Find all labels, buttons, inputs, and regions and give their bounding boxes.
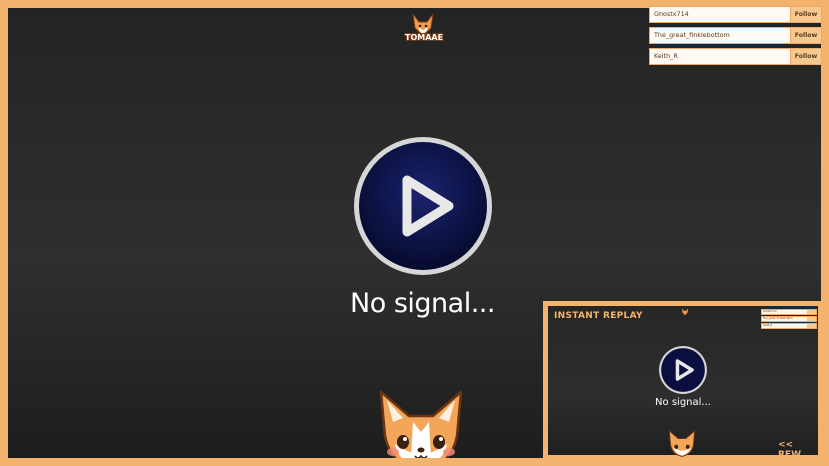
mini-follower-row: The_great_finklebottom <box>761 316 817 322</box>
follower-name: Ghostx714 <box>650 7 790 22</box>
corgi-logo-icon <box>681 308 689 316</box>
follower-row: Ghostx714 Follow <box>649 6 822 23</box>
play-icon[interactable] <box>351 134 495 278</box>
follower-list: Ghostx714 Follow The_great_finklebottom … <box>649 6 822 69</box>
follower-name: The_great_finklebottom <box>650 28 790 43</box>
corgi-mascot-icon <box>379 390 463 458</box>
mini-follow-button <box>807 317 816 321</box>
mini-follower-name: Keith_R <box>763 324 773 327</box>
rewind-button[interactable]: << REW <box>778 440 818 460</box>
instant-replay-title: INSTANT REPLAY <box>554 311 643 321</box>
play-icon[interactable] <box>658 345 708 395</box>
logo-text: TOMAAE <box>405 33 444 42</box>
follower-row: Keith_R Follow <box>649 48 822 65</box>
instant-replay-screen: INSTANT REPLAY Ghostx714 The_great_finkl… <box>548 306 818 460</box>
mini-follower-list: Ghostx714 The_great_finklebottom Keith_R <box>761 309 817 330</box>
stream-overlay-frame: TOMAAE No signal... Ghostx714 Follow The… <box>0 0 829 466</box>
follow-button[interactable]: Follow <box>790 28 821 43</box>
mini-follower-name: The_great_finklebottom <box>763 317 793 320</box>
mini-follow-button <box>807 310 816 314</box>
follow-button[interactable]: Follow <box>790 49 821 64</box>
mini-follower-row: Keith_R <box>761 323 817 329</box>
corgi-mascot-icon <box>668 429 696 457</box>
mini-follower-row: Ghostx714 <box>761 309 817 315</box>
no-signal-text: No signal... <box>350 288 495 319</box>
follower-row: The_great_finklebottom Follow <box>649 27 822 44</box>
replay-no-signal-text: No signal... <box>655 397 711 408</box>
follower-name: Keith_R <box>650 49 790 64</box>
instant-replay-panel: INSTANT REPLAY Ghostx714 The_great_finkl… <box>543 301 823 460</box>
mini-follow-button <box>807 324 816 328</box>
follow-button[interactable]: Follow <box>790 7 821 22</box>
mini-follower-name: Ghostx714 <box>763 310 777 313</box>
